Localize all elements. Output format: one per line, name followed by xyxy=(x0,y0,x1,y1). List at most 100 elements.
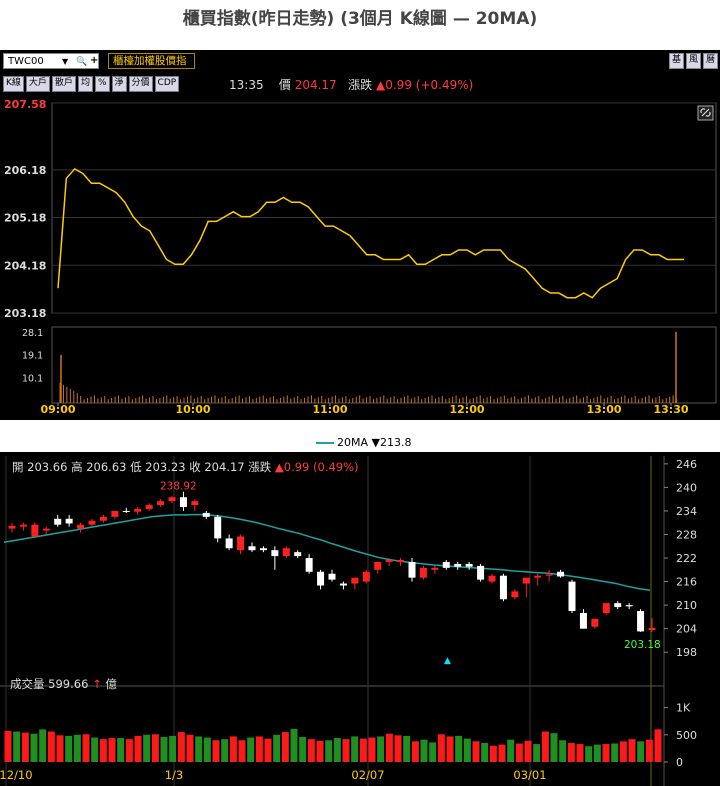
volume-bar xyxy=(359,738,367,762)
candle-body xyxy=(465,563,473,567)
volume-bar xyxy=(472,741,480,762)
candle-body xyxy=(111,510,119,517)
ohlc-readout: 開 203.66 高 206.63 低 203.23 收 204.17 漲跌 ▲… xyxy=(12,459,359,475)
candle-body xyxy=(454,563,462,567)
candle-body xyxy=(499,575,507,600)
volume-bar xyxy=(186,734,194,762)
candle-body xyxy=(351,577,359,584)
high-value: 206.63 xyxy=(86,460,127,474)
low-annotation: 203.18 xyxy=(624,639,661,651)
candle-body xyxy=(602,603,610,613)
candle-body xyxy=(294,552,302,557)
candle-body xyxy=(31,524,39,537)
volume-tick-label: 19.1 xyxy=(22,351,43,362)
high-annotation: 238.92 xyxy=(160,481,197,493)
ma20-legend-value: ▼213.8 xyxy=(371,436,412,449)
volume-bar xyxy=(47,731,55,762)
candle-body xyxy=(191,501,199,506)
volume-bar xyxy=(619,741,627,762)
change-value: ▲0.99 (0.49%) xyxy=(274,460,359,474)
price-tick-label: 206.18 xyxy=(4,164,46,177)
volume-bar xyxy=(602,744,610,762)
volume-bar xyxy=(446,736,454,762)
volume-bar xyxy=(368,737,376,762)
volume-bar xyxy=(333,738,341,762)
price-tick-label: 240 xyxy=(676,481,697,494)
volume-readout: 成交量 599.66 ↑ 億 xyxy=(10,676,117,692)
volume-bar xyxy=(73,734,81,762)
volume-bar xyxy=(212,740,220,762)
marker-triangle: ▲ xyxy=(444,656,451,666)
volume-bar xyxy=(316,740,324,762)
candle-body xyxy=(8,525,16,529)
volume-unit: 億 xyxy=(105,677,117,691)
intraday-panel: TWC00 ▼ 🔍 + 櫃檯加權股價指 基 風 曆 K線 大戶 散戶 均 % 淨… xyxy=(0,50,720,420)
volume-bar xyxy=(611,743,619,762)
candle-body xyxy=(54,518,62,525)
price-tick-label: 216 xyxy=(676,576,697,589)
date-tick-label: 03/01 xyxy=(513,768,546,782)
candle-body xyxy=(511,591,519,598)
volume-bar xyxy=(203,737,211,762)
volume-bar xyxy=(299,736,307,762)
volume-bar xyxy=(134,735,142,762)
volume-bar xyxy=(160,736,168,762)
candle-body xyxy=(385,560,393,562)
volume-bar xyxy=(585,746,593,762)
candle-body xyxy=(271,550,279,557)
volume-bar xyxy=(117,738,125,762)
volume-bar xyxy=(645,739,653,762)
candle-body xyxy=(431,567,439,570)
volume-bar xyxy=(403,735,411,762)
change-label: 漲跌 xyxy=(248,460,272,474)
candle-body xyxy=(419,567,427,578)
volume-bar xyxy=(91,737,99,762)
volume-arrow-icon: ↑ xyxy=(92,677,102,691)
candle-body xyxy=(488,575,496,582)
candle-body xyxy=(259,548,267,551)
volume-bar xyxy=(351,736,359,762)
volume-tick-label: 10.1 xyxy=(22,373,43,384)
candle-body xyxy=(397,560,405,562)
candle-body xyxy=(122,510,130,512)
volume-bar xyxy=(56,735,64,762)
volume-bar xyxy=(255,736,263,762)
volume-tick-label: 28.1 xyxy=(22,328,43,339)
candle-body xyxy=(214,516,222,539)
volume-bar xyxy=(39,729,47,762)
volume-bar xyxy=(281,732,289,762)
volume-bar xyxy=(411,741,419,762)
close-value: 204.17 xyxy=(204,460,245,474)
price-tick-label: 222 xyxy=(676,552,697,565)
volume-bar xyxy=(99,739,107,762)
volume-bar xyxy=(515,743,523,762)
ma20-legend-label: 20MA xyxy=(337,436,369,449)
volume-bar xyxy=(264,738,272,762)
price-tick-label: 234 xyxy=(676,505,697,518)
low-label: 低 xyxy=(130,460,142,474)
volume-bar xyxy=(567,742,575,762)
volume-bar xyxy=(290,728,298,762)
ma20-line xyxy=(3,513,651,591)
candle-body xyxy=(248,546,256,551)
date-tick-label: 12/10 xyxy=(0,768,33,782)
volume-label: 成交量 xyxy=(10,677,45,691)
link-icon[interactable] xyxy=(697,105,714,121)
volume-bar xyxy=(13,731,21,762)
volume-bar xyxy=(394,735,402,762)
candle-body xyxy=(168,497,176,502)
volume-bar xyxy=(489,745,497,762)
volume-bar xyxy=(125,739,133,762)
candle-body xyxy=(42,528,50,531)
volume-bar xyxy=(4,730,12,762)
volume-bar xyxy=(30,733,38,762)
candle-body xyxy=(282,548,290,557)
date-tick-label: 02/07 xyxy=(351,768,384,782)
candle-body xyxy=(339,583,347,586)
volume-bar xyxy=(143,734,151,762)
candle-body xyxy=(408,561,416,578)
candle-body xyxy=(625,605,633,607)
price-tick-label: 203.18 xyxy=(4,307,46,320)
volume-bar xyxy=(151,734,159,762)
volume-bar xyxy=(342,739,350,762)
